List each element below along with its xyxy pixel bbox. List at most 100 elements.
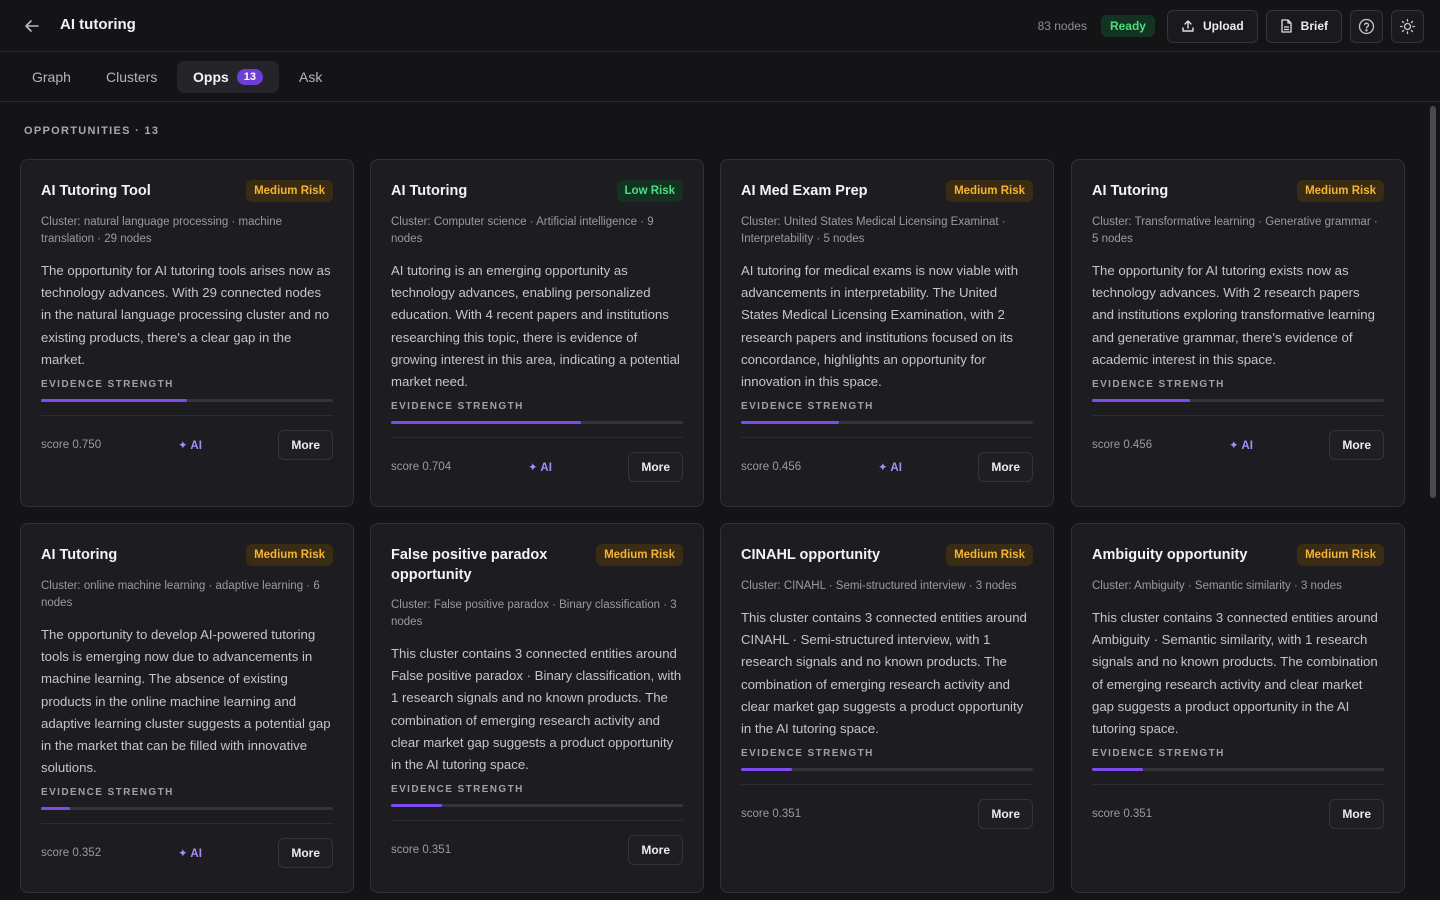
card-footer: score 0.750 ✦ AI More xyxy=(41,415,333,473)
evidence-label: EVIDENCE STRENGTH xyxy=(1092,379,1225,391)
evidence-bar-fill xyxy=(1092,399,1190,403)
card-description: The opportunity to develop AI-powered tu… xyxy=(41,627,331,776)
evidence-bar xyxy=(391,421,683,425)
evidence-bar-fill xyxy=(391,421,581,425)
tab-bar: Graph Clusters Opps 13 Ask xyxy=(0,52,1440,102)
card-footer: score 0.456 ✦ AI More xyxy=(741,437,1033,495)
evidence-bar xyxy=(741,768,1033,772)
tab-ask[interactable]: Ask xyxy=(283,61,338,93)
header-actions: 83 nodes Ready Upload Brief xyxy=(1038,9,1424,43)
card-description: The opportunity for AI tutoring tools ar… xyxy=(41,263,331,367)
evidence-bar-fill xyxy=(41,399,187,403)
more-button[interactable]: More xyxy=(978,798,1033,829)
brief-label: Brief xyxy=(1300,19,1328,33)
card-description: This cluster contains 3 connected entiti… xyxy=(1092,610,1378,737)
tab-opps[interactable]: Opps 13 xyxy=(177,61,280,93)
tab-graph[interactable]: Graph xyxy=(16,61,87,93)
evidence-label: EVIDENCE STRENGTH xyxy=(391,784,524,796)
card-header: CINAHL opportunity Medium Risk xyxy=(741,544,1033,566)
card-title: AI Tutoring xyxy=(391,183,468,199)
opportunity-card[interactable]: CINAHL opportunity Medium Risk Cluster: CI… xyxy=(720,523,1054,893)
evidence-bar xyxy=(41,399,333,403)
cluster-info: Cluster: Computer science · Artificial i… xyxy=(391,216,654,245)
card-header: False positive paradox opportunity Medium… xyxy=(391,544,683,585)
card-footer: score 0.456 ✦ AI More xyxy=(1092,415,1384,473)
card-header: AI Tutoring Tool Medium Risk xyxy=(41,180,333,202)
evidence-bar-fill xyxy=(41,807,71,811)
theme-toggle-button[interactable] xyxy=(1391,9,1424,43)
upload-button[interactable]: Upload xyxy=(1166,9,1258,43)
evidence-bar-fill xyxy=(741,768,793,772)
sun-icon xyxy=(1399,18,1416,34)
page-title: AI tutoring xyxy=(60,16,136,33)
more-button[interactable]: More xyxy=(278,837,333,868)
more-button[interactable]: More xyxy=(278,429,333,460)
opportunity-card[interactable]: False positive paradox opportunity Medium… xyxy=(370,523,704,893)
score-value: score 0.750 xyxy=(41,438,102,451)
more-button[interactable]: More xyxy=(1329,429,1384,460)
tab-label: Graph xyxy=(32,69,71,85)
more-button[interactable]: More xyxy=(628,451,683,482)
card-description: AI tutoring for medical exams is now via… xyxy=(741,263,1019,390)
evidence-label: EVIDENCE STRENGTH xyxy=(741,748,874,760)
help-icon xyxy=(1358,18,1375,34)
more-button[interactable]: More xyxy=(1329,798,1384,829)
help-button[interactable] xyxy=(1350,9,1383,43)
opportunity-card[interactable]: Ambiguity opportunity Medium Risk Cluster:… xyxy=(1071,523,1405,893)
node-count: 83 nodes xyxy=(1037,19,1087,33)
card-title: AI Med Exam Prep xyxy=(741,183,868,199)
score-value: score 0.351 xyxy=(1092,807,1153,820)
cluster-info: Cluster: online machine learning · adapt… xyxy=(41,580,320,609)
evidence-bar-fill xyxy=(1092,768,1144,772)
cluster-info: Cluster: United States Medical Licensing… xyxy=(741,216,1006,245)
evidence-label: EVIDENCE STRENGTH xyxy=(741,401,874,413)
scrollbar[interactable] xyxy=(1426,102,1440,900)
evidence-bar xyxy=(741,421,1033,425)
evidence-bar xyxy=(1092,768,1384,772)
card-title: AI Tutoring xyxy=(41,547,118,563)
back-button[interactable] xyxy=(18,14,46,38)
arrow-left-icon xyxy=(25,20,39,32)
cluster-info: Cluster: False positive paradox · Binary… xyxy=(391,599,677,628)
scrollbar-thumb[interactable] xyxy=(1430,106,1436,498)
risk-badge: Medium Risk xyxy=(596,544,683,566)
evidence-bar-fill xyxy=(391,804,443,808)
card-title: AI Tutoring xyxy=(1092,183,1169,199)
score-value: score 0.351 xyxy=(391,843,452,856)
opportunity-card[interactable]: AI Tutoring Medium Risk Cluster: Transform… xyxy=(1071,159,1405,507)
opportunity-card[interactable]: AI Tutoring Low Risk Cluster: Computer sci… xyxy=(370,159,704,507)
tab-label: Ask xyxy=(299,69,323,85)
more-button[interactable]: More xyxy=(978,451,1033,482)
card-footer: score 0.704 ✦ AI More xyxy=(391,437,683,495)
ai-tag: ✦ AI xyxy=(178,847,202,860)
risk-badge: Medium Risk xyxy=(246,544,333,566)
section-title: OPPORTUNITIES · 13 xyxy=(24,125,160,137)
cluster-info: Cluster: Transformative learning · Gener… xyxy=(1092,216,1378,245)
upload-label: Upload xyxy=(1202,19,1244,33)
opportunity-card[interactable]: AI Med Exam Prep Medium Risk Cluster: Unit… xyxy=(720,159,1054,507)
brief-button[interactable]: Brief xyxy=(1265,9,1342,43)
card-description: The opportunity for AI tutoring exists n… xyxy=(1092,263,1375,367)
tab-clusters[interactable]: Clusters xyxy=(90,61,173,93)
ai-tag: ✦ AI xyxy=(178,439,202,452)
document-icon xyxy=(1281,19,1292,33)
more-button[interactable]: More xyxy=(628,834,683,865)
opportunity-card[interactable]: AI Tutoring Tool Medium Risk Cluster: natu… xyxy=(20,159,354,507)
card-description: This cluster contains 3 connected entiti… xyxy=(391,646,682,773)
cluster-info: Cluster: natural language processing · m… xyxy=(41,216,282,245)
status-badge: Ready xyxy=(1100,15,1155,37)
risk-badge: Medium Risk xyxy=(1297,180,1384,202)
card-header: AI Tutoring Medium Risk xyxy=(1092,180,1384,202)
score-value: score 0.704 xyxy=(391,460,452,473)
evidence-bar xyxy=(1092,399,1384,403)
opportunities-panel: OPPORTUNITIES · 13 AI Tutoring Tool Mediu… xyxy=(0,102,1426,900)
evidence-bar xyxy=(41,807,333,811)
opportunity-card[interactable]: AI Tutoring Medium Risk Cluster: online ma… xyxy=(20,523,354,893)
evidence-label: EVIDENCE STRENGTH xyxy=(1092,748,1225,760)
ai-tag: ✦ AI xyxy=(878,461,902,474)
card-description: AI tutoring is an emerging opportunity a… xyxy=(391,263,680,390)
score-value: score 0.456 xyxy=(1092,438,1153,451)
score-value: score 0.351 xyxy=(741,807,802,820)
card-footer: score 0.351 More xyxy=(391,820,683,878)
cluster-info: Cluster: CINAHL · Semi-structured interv… xyxy=(741,580,1017,592)
